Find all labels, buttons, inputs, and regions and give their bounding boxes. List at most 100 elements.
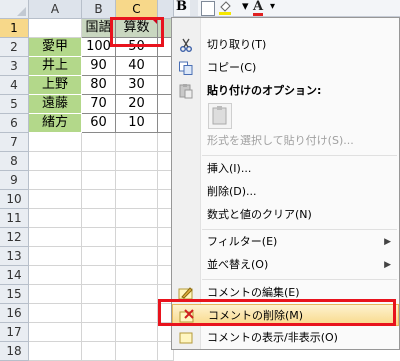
- cell-empty[interactable]: [82, 247, 116, 266]
- highlight-box-delete-comment: [158, 299, 396, 326]
- row-header-3[interactable]: 3: [0, 57, 29, 76]
- bold-button[interactable]: B: [176, 0, 187, 16]
- cell-empty[interactable]: [116, 304, 158, 323]
- cell-empty[interactable]: [116, 228, 158, 247]
- menu-item-delete[interactable]: 削除(D)...: [172, 181, 399, 203]
- paste-option-button: [208, 103, 232, 129]
- column-header-a[interactable]: A: [29, 0, 82, 19]
- cell-student-name[interactable]: 遠藤: [29, 95, 82, 114]
- menu-label-cut: 切り取り(T): [207, 38, 267, 51]
- row-header-18[interactable]: 18: [0, 342, 29, 361]
- font-color-dropdown-icon[interactable]: ▾: [270, 0, 275, 16]
- cell-empty[interactable]: [116, 133, 158, 152]
- cell-empty[interactable]: [116, 247, 158, 266]
- cell-score-sansu[interactable]: 40: [116, 57, 158, 76]
- highlight-box-sansu: [110, 17, 164, 47]
- cell-empty[interactable]: [82, 209, 116, 228]
- cell-empty[interactable]: [29, 228, 82, 247]
- cell-score-sansu[interactable]: 10: [116, 114, 158, 133]
- menu-item-show-hide-comment[interactable]: コメントの表示/非表示(O): [172, 327, 399, 349]
- submenu-arrow-icon: ▶: [384, 260, 391, 270]
- fill-color-icon[interactable]: [219, 1, 231, 15]
- cell-score-kokugo[interactable]: 60: [82, 114, 116, 133]
- cell-empty[interactable]: [82, 152, 116, 171]
- cell-score-sansu[interactable]: 20: [116, 95, 158, 114]
- cell-empty[interactable]: [82, 133, 116, 152]
- cell-student-name[interactable]: 上野: [29, 76, 82, 95]
- row-header-9[interactable]: 9: [0, 171, 29, 190]
- row-header-6[interactable]: 6: [0, 114, 29, 133]
- cell-empty[interactable]: [116, 190, 158, 209]
- menu-separator: [202, 155, 397, 156]
- cell-score-kokugo[interactable]: 80: [82, 76, 116, 95]
- menu-label-paste-options: 貼り付けのオプション:: [207, 84, 322, 97]
- row-header-1[interactable]: 1: [0, 19, 29, 38]
- cell-empty[interactable]: [29, 190, 82, 209]
- cell-empty[interactable]: [116, 342, 158, 361]
- submenu-arrow-icon: ▶: [384, 237, 391, 247]
- row-header-10[interactable]: 10: [0, 190, 29, 209]
- row-header-2[interactable]: 2: [0, 38, 29, 57]
- row-header-15[interactable]: 15: [0, 285, 29, 304]
- paste-icon: [178, 83, 194, 99]
- cell-score-kokugo[interactable]: 90: [82, 57, 116, 76]
- cell-empty[interactable]: [29, 247, 82, 266]
- align-center-icon[interactable]: [201, 1, 215, 16]
- cell-empty[interactable]: [82, 304, 116, 323]
- cell-empty[interactable]: [29, 171, 82, 190]
- cell-empty[interactable]: [82, 266, 116, 285]
- menu-label-paste-special: 形式を選択して貼り付け(S)...: [207, 134, 354, 147]
- cell-empty[interactable]: [116, 171, 158, 190]
- cell-empty[interactable]: [82, 285, 116, 304]
- cell-a1[interactable]: [29, 19, 82, 38]
- row-header-5[interactable]: 5: [0, 95, 29, 114]
- cell-empty[interactable]: [82, 171, 116, 190]
- menu-item-insert[interactable]: 挿入(I)...: [172, 158, 399, 180]
- menu-label-filter: フィルター(E): [207, 235, 278, 248]
- cell-student-name[interactable]: 井上: [29, 57, 82, 76]
- cell-empty[interactable]: [29, 133, 82, 152]
- cell-empty[interactable]: [82, 228, 116, 247]
- cell-empty[interactable]: [29, 266, 82, 285]
- chevron-down-icon[interactable]: ▾: [242, 0, 249, 16]
- menu-item-sort[interactable]: 並べ替え(O) ▶: [172, 254, 399, 276]
- select-all-corner[interactable]: [0, 0, 29, 19]
- cell-empty[interactable]: [116, 266, 158, 285]
- menu-label-copy: コピー(C): [207, 61, 257, 74]
- font-color-button[interactable]: A: [253, 0, 263, 16]
- cell-empty[interactable]: [82, 190, 116, 209]
- row-header-16[interactable]: 16: [0, 304, 29, 323]
- row-header-13[interactable]: 13: [0, 247, 29, 266]
- row-header-12[interactable]: 12: [0, 228, 29, 247]
- row-header-4[interactable]: 4: [0, 76, 29, 95]
- row-header-14[interactable]: 14: [0, 266, 29, 285]
- cell-empty[interactable]: [29, 323, 82, 342]
- menu-separator: [202, 229, 397, 230]
- cell-empty[interactable]: [29, 342, 82, 361]
- row-header-8[interactable]: 8: [0, 152, 29, 171]
- row-header-11[interactable]: 11: [0, 209, 29, 228]
- menu-item-clear-contents[interactable]: 数式と値のクリア(N): [172, 204, 399, 226]
- cell-empty[interactable]: [116, 152, 158, 171]
- cell-empty[interactable]: [29, 152, 82, 171]
- cell-empty[interactable]: [29, 285, 82, 304]
- menu-item-paste-options: 貼り付けのオプション:: [172, 80, 399, 102]
- cell-empty[interactable]: [82, 342, 116, 361]
- scissors-icon: [178, 37, 194, 53]
- row-header-7[interactable]: 7: [0, 133, 29, 152]
- row-header-17[interactable]: 17: [0, 323, 29, 342]
- cell-score-sansu[interactable]: 30: [116, 76, 158, 95]
- menu-item-cut[interactable]: 切り取り(T): [172, 34, 399, 56]
- cell-empty[interactable]: [29, 209, 82, 228]
- menu-item-paste-special: 形式を選択して貼り付け(S)...: [172, 130, 399, 152]
- cell-student-name[interactable]: 愛甲: [29, 38, 82, 57]
- cell-score-kokugo[interactable]: 70: [82, 95, 116, 114]
- cell-empty[interactable]: [82, 323, 116, 342]
- menu-item-copy[interactable]: コピー(C): [172, 57, 399, 79]
- cell-empty[interactable]: [116, 285, 158, 304]
- cell-empty[interactable]: [116, 209, 158, 228]
- cell-empty[interactable]: [116, 323, 158, 342]
- cell-empty[interactable]: [29, 304, 82, 323]
- cell-student-name[interactable]: 緒方: [29, 114, 82, 133]
- menu-item-filter[interactable]: フィルター(E) ▶: [172, 231, 399, 253]
